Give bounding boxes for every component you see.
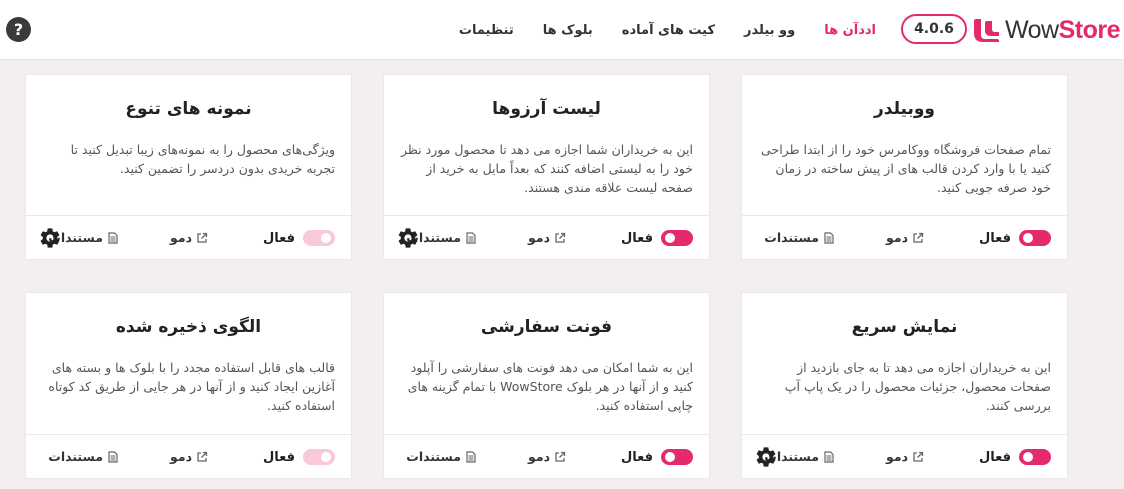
version-badge: 4.0.6	[901, 14, 967, 44]
docs-link[interactable]: مستندات	[764, 230, 835, 245]
addon-toggle[interactable]	[661, 449, 693, 465]
addon-footer: فعال دمو مستندات	[384, 215, 709, 259]
addon-card: ووبیلدر تمام صفحات فروشگاه ووکامرس خود ر…	[741, 74, 1068, 260]
demo-label: دمو	[170, 230, 192, 245]
addon-toggle[interactable]	[303, 449, 335, 465]
external-link-icon	[555, 232, 566, 243]
addon-card: فونت سفارشی این به شما امکان می دهد فونت…	[383, 292, 710, 479]
addon-title: فونت سفارشی	[480, 317, 613, 337]
addon-description: این به خریداران اجازه می دهد تا به جای ب…	[784, 360, 1051, 413]
top-bar: ? اددآن ها وو بیلدر کیت های آماده بلوک ه…	[0, 0, 1124, 60]
nav-item-settings[interactable]: تنظیمات	[459, 23, 514, 38]
demo-label: دمو	[886, 230, 908, 245]
addon-footer: فعال دمو مستندات	[26, 215, 351, 259]
addon-footer: فعال دمو مستندات	[26, 434, 351, 478]
demo-link[interactable]: دمو	[886, 230, 924, 245]
active-label: فعال	[262, 449, 295, 465]
addon-description: قالب های قابل استفاده مجدد را با بلوک ها…	[48, 360, 335, 413]
active-label: فعال	[978, 449, 1011, 465]
addon-description: ویژگی‌های محصول را به نمونه‌های زیبا تبد…	[70, 142, 335, 176]
external-link-icon	[197, 451, 208, 462]
addon-toggle-group: فعال	[621, 228, 693, 248]
main-nav: اددآن ها وو بیلدر کیت های آماده بلوک ها …	[430, 0, 876, 60]
gear-icon[interactable]	[396, 226, 420, 250]
demo-link[interactable]: دمو	[170, 230, 208, 245]
logo-icon	[973, 19, 999, 42]
addon-title: ووبیلدر	[873, 99, 935, 119]
demo-label: دمو	[528, 230, 550, 245]
addon-card: نمایش سریع این به خریداران اجازه می دهد …	[741, 292, 1068, 479]
addon-footer: فعال دمو مستندات	[742, 434, 1067, 478]
addon-toggle-group: فعال	[979, 228, 1051, 248]
external-link-icon	[555, 451, 566, 462]
external-link-icon	[197, 232, 208, 243]
demo-label: دمو	[886, 449, 908, 464]
nav-item-blocks[interactable]: بلوک ها	[543, 23, 593, 38]
addon-title: نمونه های تنوع	[125, 99, 252, 119]
brand-store: Store	[1058, 15, 1121, 44]
addon-title: لیست آرزوها	[492, 99, 601, 119]
nav-item-starter-kits[interactable]: کیت های آماده	[622, 23, 715, 38]
addon-card: لیست آرزوها این به خریداران شما اجازه می…	[383, 74, 710, 260]
active-label: فعال	[620, 230, 653, 246]
external-link-icon	[913, 451, 924, 462]
docs-link[interactable]: مستندات	[406, 449, 477, 464]
active-label: فعال	[262, 230, 295, 246]
document-icon	[108, 450, 118, 463]
document-icon	[466, 231, 476, 244]
addon-toggle-group: فعال	[621, 447, 693, 467]
addon-card: نمونه های تنوع ویژگی‌های محصول را به نمو…	[25, 74, 352, 260]
addon-description: تمام صفحات فروشگاه ووکامرس خود را از ابت…	[761, 142, 1051, 195]
addon-description: این به خریداران شما اجازه می دهد تا محصو…	[401, 142, 693, 195]
addon-footer: فعال دمو مستندات	[742, 215, 1067, 259]
demo-link[interactable]: دمو	[170, 449, 208, 464]
addon-toggle[interactable]	[1019, 230, 1051, 246]
gear-icon[interactable]	[38, 226, 62, 250]
addon-toggle[interactable]	[661, 230, 693, 246]
docs-label: مستندات	[48, 449, 103, 464]
addon-toggle-group: فعال	[263, 447, 335, 467]
gear-icon[interactable]	[754, 445, 778, 469]
demo-label: دمو	[528, 449, 550, 464]
document-icon	[824, 450, 834, 463]
active-label: فعال	[620, 449, 653, 465]
addon-title: الگوی ذخیره شده	[115, 317, 262, 337]
addon-card: الگوی ذخیره شده قالب های قابل استفاده مج…	[25, 292, 352, 479]
demo-link[interactable]: دمو	[886, 449, 924, 464]
brand-logo: Wow Store	[971, 12, 1121, 48]
addon-toggle[interactable]	[303, 230, 335, 246]
document-icon	[108, 231, 118, 244]
addon-description: این به شما امکان می دهد فونت های سفارشی …	[407, 360, 693, 413]
demo-link[interactable]: دمو	[528, 230, 566, 245]
addon-title: نمایش سریع	[851, 317, 958, 337]
addon-footer: فعال دمو مستندات	[384, 434, 709, 478]
demo-label: دمو	[170, 449, 192, 464]
addon-toggle-group: فعال	[979, 447, 1051, 467]
addon-toggle-group: فعال	[263, 228, 335, 248]
active-label: فعال	[978, 230, 1011, 246]
addon-toggle[interactable]	[1019, 449, 1051, 465]
document-icon	[824, 231, 834, 244]
docs-label: مستندات	[406, 449, 461, 464]
docs-link[interactable]: مستندات	[48, 449, 119, 464]
nav-item-builder[interactable]: وو بیلدر	[744, 23, 795, 38]
external-link-icon	[913, 232, 924, 243]
nav-item-addons[interactable]: اددآن ها	[824, 23, 876, 38]
help-icon[interactable]: ?	[6, 17, 31, 42]
brand-wow: Wow	[1004, 15, 1059, 44]
demo-link[interactable]: دمو	[528, 449, 566, 464]
docs-label: مستندات	[764, 230, 819, 245]
document-icon	[466, 450, 476, 463]
